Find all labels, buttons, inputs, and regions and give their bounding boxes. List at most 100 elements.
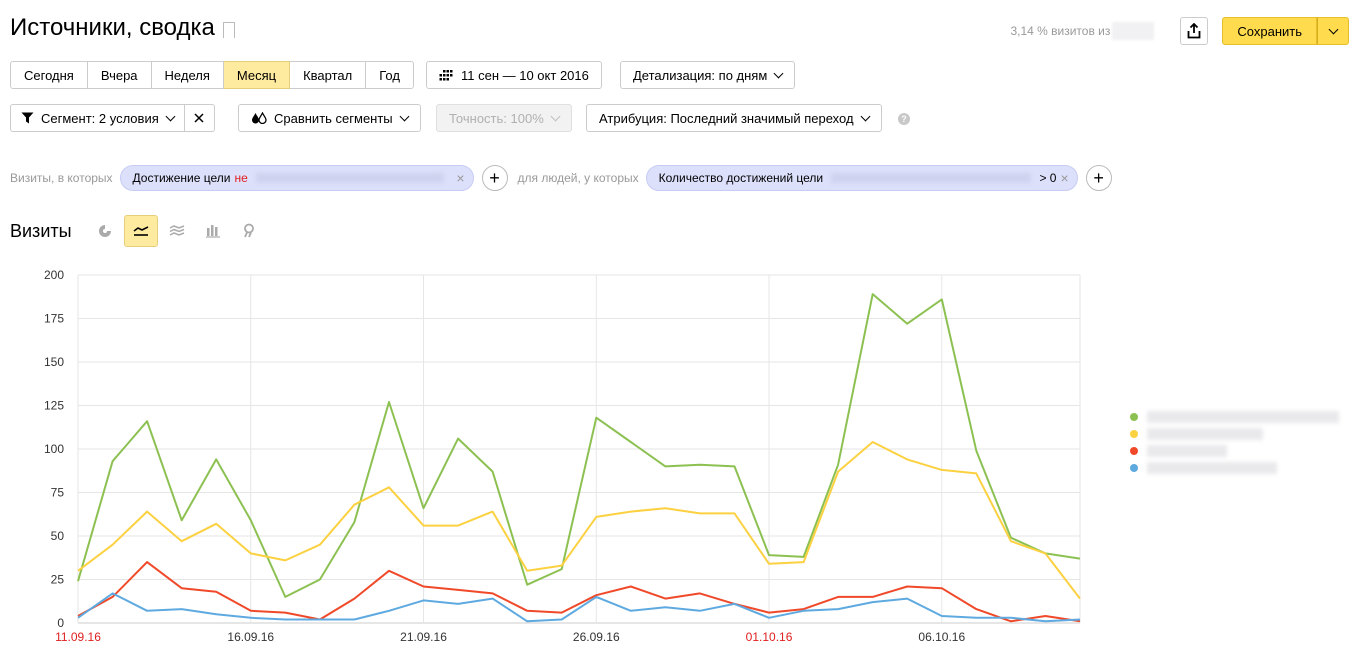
calendar-grid-icon	[439, 69, 453, 80]
series-line-0	[77, 293, 1081, 598]
legend-label-blurred	[1147, 427, 1263, 440]
chart-type-bar[interactable]	[196, 215, 230, 247]
y-tick-label: 25	[51, 573, 65, 587]
period-0[interactable]: Сегодня	[10, 61, 88, 89]
visits-condition-label: Визиты, в которых	[10, 171, 113, 185]
legend-color-dot	[1130, 446, 1138, 455]
goal-condition-negation: не	[234, 171, 248, 185]
attribution-label: Атрибуция: Последний значимый переход	[599, 110, 854, 126]
compare-label: Сравнить сегменты	[274, 110, 393, 126]
y-tick-label: 50	[51, 529, 65, 543]
chevron-down-icon	[773, 68, 784, 78]
page-title: Источники, сводка	[10, 14, 235, 42]
chart-header: Визиты	[10, 215, 268, 247]
goal-name-blurred	[255, 173, 445, 183]
chevron-down-icon	[860, 111, 871, 121]
pie-chart-icon	[98, 225, 111, 237]
people-condition-label: для людей, у которых	[517, 171, 639, 185]
y-tick-label: 75	[51, 486, 65, 500]
segment-group: Сегмент: 2 условия	[10, 104, 215, 132]
chart-type-line[interactable]	[123, 215, 158, 247]
y-tick-label: 200	[44, 268, 64, 282]
bookmark-icon[interactable]	[222, 22, 235, 39]
map-pin-icon	[243, 223, 254, 238]
visits-line-chart: 0 25 50 75 100 125 150 175 200 11.09.16 16.09.16 21…	[44, 268, 1081, 644]
line-chart-icon	[133, 226, 148, 236]
legend-label-blurred	[1147, 444, 1227, 457]
close-icon	[194, 113, 204, 123]
legend-label-blurred	[1147, 410, 1339, 423]
x-tick-label: 26.09.16	[573, 630, 620, 644]
y-tick-label: 125	[44, 399, 64, 413]
chart-type-map[interactable]	[232, 215, 266, 247]
section-title: Визиты	[10, 220, 72, 241]
help-icon[interactable]: ?	[898, 113, 910, 125]
clear-segment-button[interactable]	[184, 104, 215, 132]
save-button[interactable]: Сохранить	[1222, 17, 1317, 45]
chevron-down-icon	[1328, 24, 1338, 34]
page-title-text: Источники, сводка	[10, 14, 215, 41]
visit-share-text: 3,14 % визитов из	[1010, 24, 1111, 38]
y-tick-label: 175	[44, 312, 64, 326]
chevron-down-icon	[399, 111, 410, 121]
period-2[interactable]: Неделя	[151, 61, 224, 89]
segment-button[interactable]: Сегмент: 2 условия	[10, 104, 185, 132]
accuracy-dropdown: Точность: 100%	[436, 104, 572, 132]
chart-type-area[interactable]	[160, 215, 194, 247]
y-tick-label: 150	[44, 355, 64, 369]
goal-count-pill[interactable]: Количество достижений цели > 0 ×	[645, 165, 1078, 191]
export-button[interactable]	[1180, 17, 1209, 45]
compare-drops-icon	[252, 112, 267, 124]
y-tick-label: 0	[57, 616, 64, 630]
chevron-down-icon	[165, 111, 176, 121]
visit-share: 3,14 % визитов из	[1010, 22, 1155, 40]
segment-label: Сегмент: 2 условия	[41, 110, 159, 126]
date-range-button[interactable]: 11 сен — 10 окт 2016	[426, 61, 602, 89]
legend-item[interactable]	[1130, 408, 1339, 425]
goal-condition-pill[interactable]: Достижение цели не ×	[119, 165, 474, 191]
period-5[interactable]: Год	[366, 61, 414, 89]
period-1[interactable]: Вчера	[87, 61, 152, 89]
accuracy-label: Точность: 100%	[449, 110, 544, 126]
goal-count-label: Количество достижений цели	[658, 171, 824, 185]
detail-label: Детализация: по дням	[633, 67, 768, 83]
area-chart-icon	[169, 225, 184, 236]
add-condition-button[interactable]: +	[481, 165, 508, 191]
x-tick-label: 06.10.16	[918, 630, 965, 644]
period-3[interactable]: Месяц	[223, 61, 291, 89]
attribution-dropdown[interactable]: Атрибуция: Последний значимый переход	[586, 104, 882, 132]
legend-color-dot	[1130, 412, 1138, 421]
detail-dropdown[interactable]: Детализация: по дням	[620, 61, 796, 89]
goal-condition-label: Достижение цели	[132, 171, 231, 185]
legend-label-blurred	[1147, 461, 1277, 474]
period-4[interactable]: Квартал	[290, 61, 367, 89]
remove-condition-icon[interactable]: ×	[1060, 170, 1068, 186]
x-tick-label: 11.09.16	[55, 630, 101, 644]
legend-item[interactable]	[1130, 442, 1339, 459]
chevron-down-icon	[550, 111, 561, 121]
compare-segments-button[interactable]: Сравнить сегменты	[238, 104, 421, 132]
goal-count-name-blurred	[831, 173, 1032, 183]
header-actions: 3,14 % визитов из Сохранить	[1010, 17, 1349, 45]
legend-color-dot	[1130, 463, 1138, 472]
save-dropdown-button[interactable]	[1317, 17, 1349, 45]
y-tick-label: 100	[44, 442, 64, 456]
legend-item[interactable]	[1130, 459, 1339, 476]
period-selector: Сегодня Вчера Неделя Месяц Квартал Год	[10, 61, 414, 89]
legend-item[interactable]	[1130, 425, 1339, 442]
legend-color-dot	[1130, 429, 1138, 438]
filter-icon	[21, 112, 34, 124]
series-line-1	[77, 441, 1081, 600]
x-tick-label: 16.09.16	[227, 630, 274, 644]
segment-conditions: Визиты, в которых Достижение цели не × +…	[10, 165, 1112, 191]
series-line-2	[77, 561, 1081, 623]
chart-legend	[1130, 408, 1339, 476]
remove-condition-icon[interactable]: ×	[456, 170, 464, 186]
x-tick-label: 01.10.16	[746, 630, 793, 644]
bar-chart-icon	[205, 225, 220, 238]
chart-type-pie[interactable]	[88, 215, 122, 247]
add-people-condition-button[interactable]: +	[1085, 165, 1112, 191]
x-tick-label: 21.09.16	[400, 630, 447, 644]
goal-count-condition: > 0	[1039, 171, 1057, 185]
visit-share-total-blurred	[1112, 22, 1155, 40]
